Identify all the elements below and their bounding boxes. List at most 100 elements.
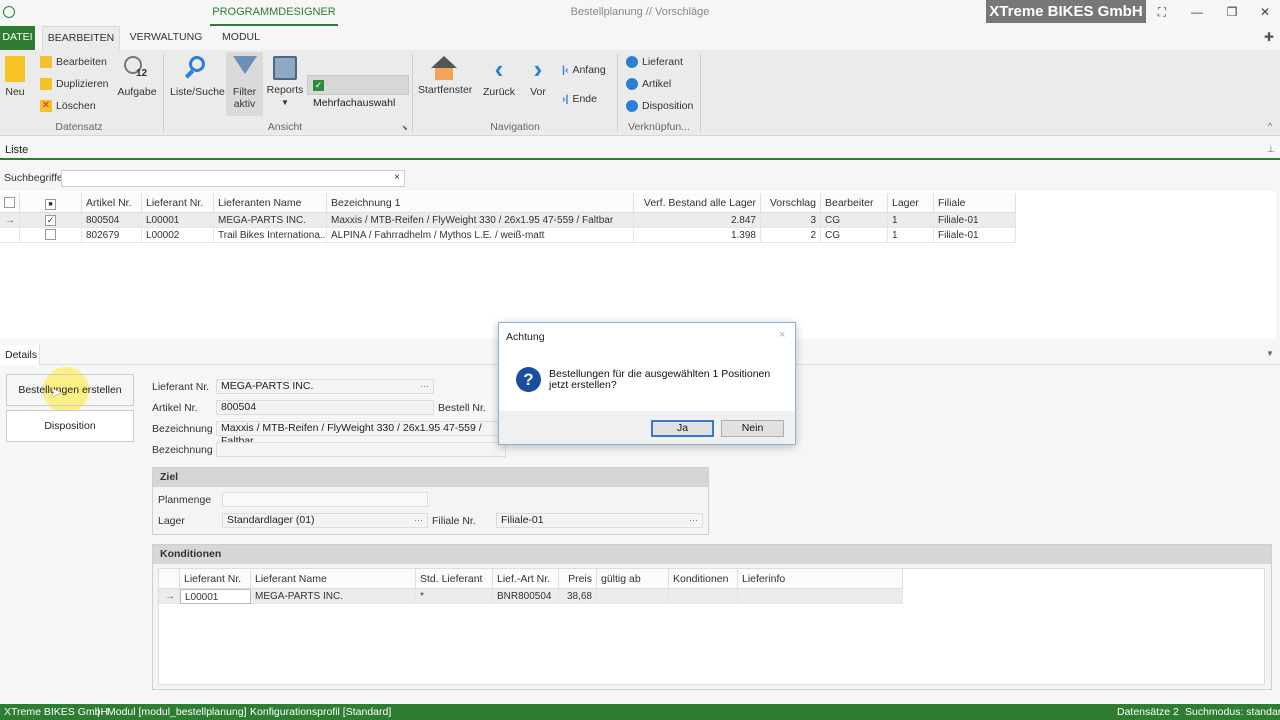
- kond-col-lieferant-nr[interactable]: Lieferant Nr.: [180, 569, 251, 589]
- table-cell[interactable]: MEGA-PARTS INC.: [214, 213, 327, 228]
- table-cell[interactable]: L00001: [142, 213, 214, 228]
- loeschen-button[interactable]: ✕ Löschen: [40, 96, 96, 116]
- disposition-button[interactable]: Disposition: [6, 410, 134, 442]
- kond-col-lief-art-nr[interactable]: Lief.-Art Nr.: [493, 569, 559, 589]
- table-cell[interactable]: 1: [888, 228, 934, 243]
- link-artikel-button[interactable]: Artikel: [626, 74, 671, 94]
- table-cell[interactable]: [738, 589, 903, 604]
- bezeichnung-1-field[interactable]: Maxxis / MTB-Reifen / FlyWeight 330 / 26…: [216, 421, 506, 447]
- mehrfachauswahl-toggle[interactable]: ✓ Mehrfachauswahl: [307, 75, 409, 109]
- col-vorschlag[interactable]: Vorschlag: [761, 193, 821, 213]
- row-checkbox[interactable]: [45, 229, 56, 240]
- anfang-button[interactable]: |‹ Anfang: [562, 60, 606, 80]
- table-row-checkbox[interactable]: [20, 228, 82, 243]
- col-bearbeiter[interactable]: Bearbeiter: [821, 193, 888, 213]
- tab-details[interactable]: Details: [0, 345, 40, 365]
- table-cell[interactable]: [669, 589, 738, 604]
- vor-button[interactable]: › Vor: [526, 56, 550, 98]
- col-lager[interactable]: Lager: [888, 193, 934, 213]
- programmdesigner-tab[interactable]: PROGRAMMDESIGNER: [210, 0, 338, 26]
- link-disposition-button[interactable]: Disposition: [626, 96, 693, 116]
- filter-aktiv-button[interactable]: Filter aktiv: [226, 52, 263, 116]
- lager-field[interactable]: Standardlager (01) ···: [222, 513, 428, 528]
- bezeichnung-2-field[interactable]: [216, 442, 506, 457]
- bearbeiten-button[interactable]: Bearbeiten: [40, 52, 107, 72]
- table-cell[interactable]: ALPINA / Fahrradhelm / Mythos L.E. / wei…: [327, 228, 634, 243]
- kond-col-preis[interactable]: Preis: [559, 569, 597, 589]
- link-lieferant-button[interactable]: Lieferant: [626, 52, 683, 72]
- reports-button[interactable]: Reports ▼: [266, 56, 304, 108]
- lieferant-nr-field[interactable]: MEGA-PARTS INC. ···: [216, 379, 434, 394]
- kond-col-std-lieferant[interactable]: Std. Lieferant: [416, 569, 493, 589]
- table-cell[interactable]: 802679: [82, 228, 142, 243]
- table-row-checkbox[interactable]: ✓: [20, 213, 82, 228]
- table-cell[interactable]: 1.398: [634, 228, 761, 243]
- table-cell[interactable]: Filiale-01: [934, 228, 1016, 243]
- table-cell[interactable]: MEGA-PARTS INC.: [251, 589, 416, 604]
- nein-button[interactable]: Nein: [721, 420, 784, 437]
- table-cell[interactable]: 2: [761, 228, 821, 243]
- table-cell[interactable]: L00002: [142, 228, 214, 243]
- table-cell[interactable]: [597, 589, 669, 604]
- zurueck-button[interactable]: ‹ Zurück: [482, 56, 516, 98]
- collapse-ribbon-icon[interactable]: ^: [1268, 121, 1272, 131]
- checkbox-icon[interactable]: [4, 197, 15, 208]
- col-filiale[interactable]: Filiale: [934, 193, 1016, 213]
- col-lieferanten-name[interactable]: Lieferanten Name: [214, 193, 327, 213]
- app-gear-icon[interactable]: [3, 6, 15, 18]
- ende-button[interactable]: ›| Ende: [562, 89, 597, 109]
- dropdown-arrow-icon[interactable]: ▼: [1266, 349, 1274, 358]
- expand-group-icon[interactable]: ⬊: [402, 124, 408, 132]
- table-cell[interactable]: BNR800504: [493, 589, 559, 604]
- table-cell[interactable]: Trail Bikes Internationa...: [214, 228, 327, 243]
- tab-verwaltung[interactable]: VERWALTUNG: [126, 26, 206, 50]
- table-cell[interactable]: 2.847: [634, 213, 761, 228]
- col-verf-bestand[interactable]: Verf. Bestand alle Lager: [634, 193, 761, 213]
- pin-icon[interactable]: ⊥: [1267, 144, 1275, 155]
- neu-button[interactable]: Neu: [4, 56, 26, 98]
- tab-bearbeiten[interactable]: BEARBEITEN: [42, 26, 120, 50]
- more-icon[interactable]: ···: [414, 514, 423, 527]
- table-cell[interactable]: Maxxis / MTB-Reifen / FlyWeight 330 / 26…: [327, 213, 634, 228]
- aufgabe-button[interactable]: 12 Aufgabe: [117, 56, 157, 98]
- grid-select-all-header[interactable]: [0, 193, 20, 213]
- bestellungen-erstellen-button[interactable]: Bestellungen erstellen: [6, 374, 134, 406]
- search-input[interactable]: [61, 170, 405, 187]
- table-cell[interactable]: 38,68: [559, 589, 597, 604]
- col-bezeichnung-1[interactable]: Bezeichnung 1: [327, 193, 634, 213]
- checkbox-partial-icon[interactable]: ■: [45, 199, 56, 210]
- row-checkbox[interactable]: ✓: [45, 215, 56, 226]
- table-cell[interactable]: 1: [888, 213, 934, 228]
- kond-col-konditionen[interactable]: Konditionen: [669, 569, 738, 589]
- ja-button[interactable]: Ja: [651, 420, 714, 437]
- planmenge-field[interactable]: [222, 492, 428, 507]
- col-lieferant-nr[interactable]: Lieferant Nr.: [142, 193, 214, 213]
- filiale-nr-field[interactable]: Filiale-01 ···: [496, 513, 703, 528]
- restore-icon[interactable]: ❐: [1224, 4, 1240, 20]
- more-icon[interactable]: ···: [420, 380, 429, 393]
- liste-suche-button[interactable]: Liste/Suche: [170, 56, 225, 98]
- table-cell[interactable]: *: [416, 589, 493, 604]
- tab-modul[interactable]: MODUL: [216, 26, 266, 50]
- artikel-nr-field[interactable]: 800504: [216, 400, 434, 415]
- minimize-icon[interactable]: —: [1189, 4, 1205, 20]
- dialog-close-icon[interactable]: ×: [779, 329, 785, 341]
- table-cell[interactable]: 3: [761, 213, 821, 228]
- table-cell[interactable]: L00001: [180, 589, 251, 604]
- table-cell[interactable]: CG: [821, 228, 888, 243]
- grid-check-header[interactable]: ■: [20, 193, 82, 213]
- kond-col-gueltig-ab[interactable]: gültig ab: [597, 569, 669, 589]
- puzzle-icon[interactable]: ✚: [1264, 30, 1276, 44]
- table-cell[interactable]: 800504: [82, 213, 142, 228]
- kond-col-lieferant-name[interactable]: Lieferant Name: [251, 569, 416, 589]
- more-icon[interactable]: ···: [689, 514, 698, 527]
- fullscreen-icon[interactable]: ⛶: [1154, 4, 1170, 20]
- startfenster-button[interactable]: Startfenster: [418, 56, 472, 96]
- col-artikel-nr[interactable]: Artikel Nr.: [82, 193, 142, 213]
- table-cell[interactable]: CG: [821, 213, 888, 228]
- clear-search-icon[interactable]: ×: [394, 172, 400, 183]
- close-window-icon[interactable]: ✕: [1257, 4, 1273, 20]
- table-cell[interactable]: Filiale-01: [934, 213, 1016, 228]
- kond-col-lieferinfo[interactable]: Lieferinfo: [738, 569, 903, 589]
- duplizieren-button[interactable]: Duplizieren: [40, 74, 109, 94]
